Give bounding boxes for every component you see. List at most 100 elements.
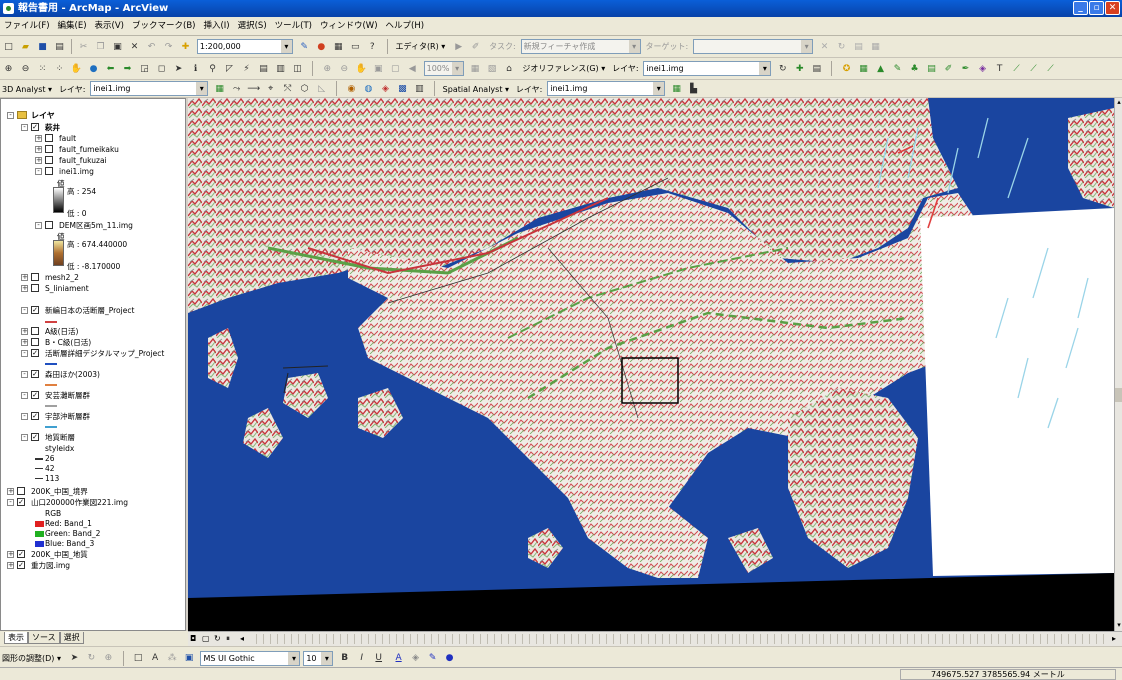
edit-tool-icon[interactable]: ▶ — [452, 41, 465, 54]
tab-display[interactable]: 表示 — [4, 632, 28, 644]
collapse-icon[interactable]: - — [35, 168, 42, 175]
expand-icon[interactable]: + — [35, 135, 42, 142]
italic-icon[interactable]: I — [355, 652, 368, 665]
scroll-track[interactable] — [250, 634, 1110, 644]
scale-combo[interactable]: 1:200,000 — [196, 39, 293, 54]
save-icon[interactable]: ■ — [36, 41, 49, 54]
open-folder-icon[interactable]: ▰ — [19, 41, 32, 54]
line-of-sight-icon[interactable]: ⟶ — [247, 83, 260, 96]
horizontal-scrollbar[interactable]: ◘ ▢ ↻ ⏸ ◂ ▸ — [188, 631, 1122, 646]
add-control-points-icon[interactable]: ✚ — [793, 63, 806, 76]
steepest-path-icon[interactable]: ⤳ — [230, 83, 243, 96]
minimize-button[interactable]: _ — [1073, 1, 1088, 15]
layout-view-icon[interactable]: ▢ — [202, 634, 210, 643]
interpolate-point-icon[interactable]: ⌖ — [264, 83, 277, 96]
editor-extension-icon[interactable]: ✪ — [840, 63, 853, 76]
scroll-down-icon[interactable]: ▾ — [1115, 621, 1122, 631]
paint-green-icon[interactable]: ✒ — [959, 63, 972, 76]
zoom-in-icon[interactable]: ⊕ — [2, 63, 15, 76]
attributes-icon[interactable]: ▤ — [852, 41, 865, 54]
scroll-right-icon[interactable]: ▸ — [1112, 634, 1116, 643]
collapse-icon[interactable]: - — [7, 112, 14, 119]
layout-back-icon[interactable]: ◀ — [406, 63, 419, 76]
focus-data-frame-icon[interactable]: ▧ — [486, 63, 499, 76]
hyperlink-icon[interactable]: ⚡ — [240, 63, 253, 76]
layer-checkbox[interactable] — [45, 167, 53, 175]
fixed-zoom-out-icon[interactable]: ⁘ — [53, 63, 66, 76]
zoom-out-icon[interactable]: ⊖ — [19, 63, 32, 76]
fill-color-icon[interactable]: ◈ — [409, 652, 422, 665]
edit-green-icon[interactable]: ✐ — [942, 63, 955, 76]
rotate-georef-icon[interactable]: ↻ — [776, 63, 789, 76]
delete-icon[interactable]: ✕ — [128, 41, 141, 54]
split-tool-icon[interactable]: ✕ — [818, 41, 831, 54]
text-icon[interactable]: A — [149, 652, 162, 665]
change-layout-icon[interactable]: ⌂ — [503, 63, 516, 76]
raster-tool-icon[interactable]: ◈ — [379, 83, 392, 96]
3d-layer-combo[interactable]: inei1.img — [90, 81, 209, 96]
tab-selection[interactable]: 選択 — [59, 632, 84, 644]
georef-layer-combo[interactable]: inei1.img — [643, 61, 772, 76]
profile-graph-icon[interactable]: ◺ — [315, 83, 328, 96]
maximize-button[interactable]: ▫ — [1089, 1, 1104, 15]
line-color-icon[interactable]: ✎ — [426, 652, 439, 665]
scroll-thumb[interactable] — [1115, 388, 1122, 402]
histogram-icon[interactable]: ▥ — [413, 83, 426, 96]
menu-window[interactable]: ウィンドウ(W) — [316, 17, 382, 36]
marker-color-icon[interactable]: ● — [443, 652, 456, 665]
refresh-icon[interactable]: ↻ — [214, 634, 221, 643]
menu-selection[interactable]: 選択(S) — [234, 17, 271, 36]
fixed-zoom-in-icon[interactable]: ⁙ — [36, 63, 49, 76]
interpolate-line-icon[interactable]: ⤲ — [281, 83, 294, 96]
select-features-icon[interactable]: ◲ — [138, 63, 151, 76]
zoom-100-icon[interactable]: ▢ — [389, 63, 402, 76]
tree-icon[interactable]: ♣ — [908, 63, 921, 76]
menu-insert[interactable]: 挿入(I) — [199, 17, 233, 36]
map-view[interactable] — [188, 98, 1114, 631]
select-elements-icon[interactable]: ➤ — [172, 63, 185, 76]
layer-checkbox[interactable] — [45, 145, 53, 153]
undo-icon[interactable]: ↶ — [145, 41, 158, 54]
layout-zoom-in-icon[interactable]: ⊕ — [321, 63, 334, 76]
expand-icon[interactable]: + — [35, 146, 42, 153]
zoom-whole-page-icon[interactable]: ▣ — [372, 63, 385, 76]
arcglobe-icon[interactable]: ◍ — [362, 83, 375, 96]
spatial-contour-icon[interactable]: ▦ — [670, 83, 683, 96]
toggle-draft-icon[interactable]: ▦ — [469, 63, 482, 76]
catalog-icon[interactable]: ▦ — [332, 41, 345, 54]
font-color-icon[interactable]: A — [392, 652, 405, 665]
pencil-green-icon[interactable]: ✎ — [891, 63, 904, 76]
font-combo[interactable]: MS UI Gothic — [200, 651, 301, 666]
new-document-icon[interactable]: □ — [2, 41, 15, 54]
close-button[interactable]: ✕ — [1105, 1, 1120, 15]
identify-icon[interactable]: ℹ — [189, 63, 202, 76]
arcscene-icon[interactable]: ◉ — [345, 83, 358, 96]
link-table-icon[interactable]: ▤ — [810, 63, 823, 76]
redo-icon[interactable]: ↷ — [162, 41, 175, 54]
sketch-tool-icon[interactable]: ✐ — [469, 41, 482, 54]
measure-icon[interactable]: ◸ — [223, 63, 236, 76]
target-combo[interactable] — [693, 39, 814, 54]
overview-icon[interactable]: ◫ — [291, 63, 304, 76]
select-elements-draw-icon[interactable]: ➤ — [68, 652, 81, 665]
cut-icon[interactable]: ✂ — [77, 41, 90, 54]
contour-icon[interactable]: ▦ — [213, 83, 226, 96]
layer-checkbox[interactable]: ✓ — [31, 123, 39, 131]
3d-analyst-menu[interactable]: 3D Analyst ▾ — [0, 85, 54, 94]
print-icon[interactable]: ▤ — [53, 41, 66, 54]
add-data-icon[interactable]: ✚ — [179, 41, 192, 54]
purple-tool-icon[interactable]: ◈ — [976, 63, 989, 76]
scroll-left-icon[interactable]: ◂ — [240, 634, 244, 643]
menu-view[interactable]: 表示(V) — [91, 17, 128, 36]
scroll-up-icon[interactable]: ▴ — [1115, 98, 1122, 108]
layer-checkbox[interactable] — [45, 156, 53, 164]
spatial-analyst-menu[interactable]: Spatial Analyst ▾ — [441, 85, 511, 94]
menu-edit[interactable]: 編集(E) — [54, 17, 91, 36]
interpolate-polygon-icon[interactable]: ⬡ — [298, 83, 311, 96]
arctoolbox-icon[interactable]: ● — [315, 41, 328, 54]
bold-icon[interactable]: B — [338, 652, 351, 665]
layout-pan-icon[interactable]: ✋ — [355, 63, 368, 76]
line2-green-icon[interactable]: ⟋ — [1027, 63, 1040, 76]
line3-green-icon[interactable]: ⟋ — [1044, 63, 1057, 76]
rotate-draw-icon[interactable]: ↻ — [85, 652, 98, 665]
